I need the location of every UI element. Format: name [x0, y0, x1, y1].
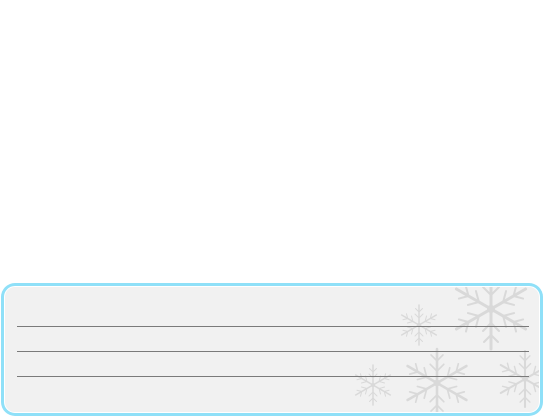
message-line-3	[21, 353, 521, 375]
message-line-4	[21, 378, 521, 400]
message-line-2	[21, 328, 521, 350]
ruled-line	[17, 326, 529, 327]
ruled-line	[17, 376, 529, 377]
message-line-1	[21, 299, 521, 321]
game-screen	[0, 0, 544, 416]
message-panel	[4, 286, 540, 413]
ruled-line	[17, 351, 529, 352]
message-box[interactable]	[1, 283, 543, 416]
